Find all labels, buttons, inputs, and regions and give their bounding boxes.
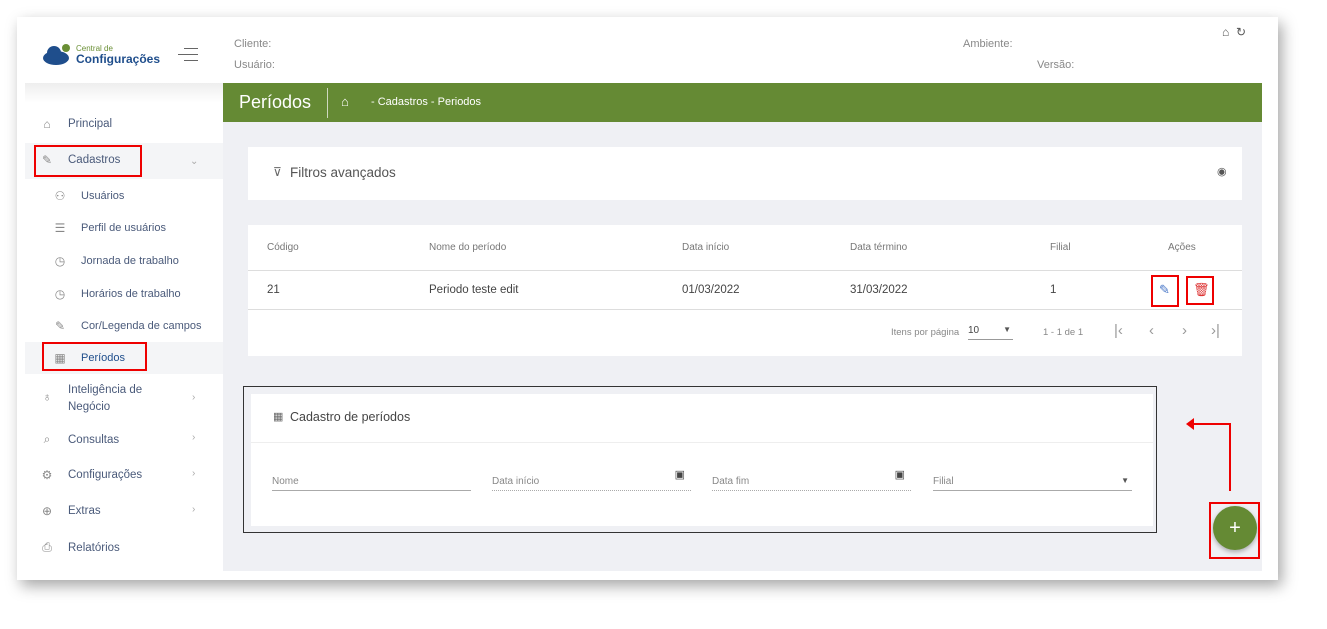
cell: Periodo teste edit [429, 284, 519, 296]
cloud-gear-icon [43, 44, 70, 65]
cell: 1 [1050, 284, 1057, 296]
filters-card[interactable]: ⊽ Filtros avançados ◉ [248, 147, 1242, 200]
col-header: Código [267, 242, 299, 253]
form-title: Cadastro de períodos [290, 410, 411, 424]
next-page-icon[interactable]: › [1182, 322, 1187, 339]
data-fim-input[interactable]: Data fim ▣ [712, 469, 911, 491]
sidebar-item-jornada[interactable]: ◷ Jornada de trabalho [53, 254, 251, 268]
last-page-icon[interactable]: ›| [1211, 322, 1220, 339]
label: Principal [68, 118, 113, 130]
clock-icon: ◷ [54, 287, 66, 301]
label: Configurações [68, 469, 143, 481]
divider [327, 88, 328, 118]
label: Cor/Legenda de campos [81, 320, 202, 332]
breadcrumb: - Cadastros - Periodos [371, 96, 482, 108]
divider [251, 442, 1153, 443]
dropdown-icon: ▼ [1003, 325, 1011, 334]
col-header: Data término [850, 242, 908, 253]
arrow-head [1186, 418, 1194, 430]
dropdown-icon: ▼ [1121, 476, 1129, 485]
versao-label: Versão: [1037, 59, 1075, 71]
first-page-icon[interactable]: |‹ [1114, 322, 1123, 339]
placeholder: Data fim [712, 476, 750, 487]
nome-input[interactable]: Nome [272, 476, 471, 491]
label: Horários de trabalho [81, 288, 181, 300]
label: Negócio [68, 401, 111, 413]
page-title: Períodos [239, 92, 312, 112]
users-icon: ⚇ [54, 189, 66, 203]
cell: 21 [267, 284, 280, 296]
arrow-line [1188, 423, 1230, 425]
clock-icon: ◷ [54, 254, 66, 268]
list-icon: ☰ [54, 221, 66, 235]
calendar-icon[interactable]: ▣ [675, 468, 685, 481]
label: Consultas [68, 433, 120, 446]
home-icon[interactable]: ⌂ [1222, 25, 1229, 39]
calendar-icon[interactable]: ▣ [895, 468, 905, 481]
eye-icon[interactable]: ◉ [1217, 165, 1227, 178]
highlight-box [1209, 502, 1260, 559]
sidebar-item-relatorios[interactable]: ⎙ Relatórios [40, 540, 238, 555]
logo[interactable]: Central de Configurações [42, 42, 160, 66]
items-per-page-label: Itens por página [891, 327, 960, 338]
label: Jornada de trabalho [81, 255, 179, 267]
col-header: Nome do período [429, 242, 507, 253]
sidebar-item-perfil[interactable]: ☰ Perfil de usuários [53, 221, 251, 235]
arrow-line [1229, 423, 1231, 491]
placeholder: Filial [933, 476, 954, 487]
highlight-box [42, 342, 147, 371]
sidebar-item-usuarios[interactable]: ⚇ Usuários [53, 189, 251, 203]
filter-icon: ⊽ [273, 165, 282, 179]
sidebar-shadow [25, 83, 223, 103]
divider [248, 309, 1242, 310]
home-icon: ⌂ [43, 117, 51, 131]
highlight-box [1151, 275, 1179, 307]
label: Inteligência de [68, 384, 143, 396]
printer-icon: ⎙ [42, 540, 52, 554]
page-size-value: 10 [968, 325, 980, 336]
ambiente-label: Ambiente: [963, 38, 1013, 50]
label: Extras [68, 505, 101, 517]
divider [248, 270, 1242, 271]
col-header: Data início [682, 242, 730, 253]
search-icon: ⌕ [43, 432, 51, 446]
form-card: ▦ Cadastro de períodos Nome Data início ▣… [251, 394, 1153, 526]
placeholder: Nome [272, 476, 299, 487]
lightbulb-icon: ♁ [42, 390, 52, 404]
filial-select[interactable]: Filial ▼ [933, 476, 1132, 491]
label: Relatórios [68, 541, 120, 554]
sidebar-item-principal[interactable]: ⌂ Principal [40, 117, 238, 131]
placeholder: Data início [492, 476, 540, 487]
page-size-select[interactable]: 10 ▼ [968, 325, 1013, 340]
sidebar-item-cor-legenda[interactable]: ✎ Cor/Legenda de campos [53, 319, 251, 333]
logo-line2: Configurações [76, 52, 161, 66]
calendar-icon: ▦ [273, 411, 284, 423]
label: Usuários [81, 190, 125, 202]
usuario-label: Usuário: [234, 59, 275, 71]
cliente-label: Cliente: [234, 38, 272, 50]
pencil-icon: ✎ [54, 319, 66, 333]
filters-title: Filtros avançados [290, 165, 396, 180]
col-header: Ações [1168, 242, 1196, 253]
prev-page-icon[interactable]: ‹ [1149, 322, 1154, 339]
periods-table: Código Nome do período Data início Data … [248, 225, 1242, 356]
cell: 31/03/2022 [850, 284, 908, 296]
plus-circle-icon: ⊕ [41, 504, 53, 518]
gear-icon: ⚙ [41, 468, 53, 482]
range-label: 1 - 1 de 1 [1043, 327, 1084, 338]
menu-toggle-icon[interactable] [178, 48, 198, 61]
highlight-box [1186, 276, 1214, 305]
cell: 01/03/2022 [682, 284, 740, 296]
logout-icon[interactable]: ↻ [1236, 25, 1246, 39]
col-header: Filial [1050, 242, 1071, 253]
sidebar-item-horarios[interactable]: ◷ Horários de trabalho [53, 287, 251, 301]
highlight-box [34, 145, 142, 177]
label: Perfil de usuários [81, 222, 166, 234]
home-icon[interactable]: ⌂ [341, 94, 349, 109]
data-inicio-input[interactable]: Data início ▣ [492, 469, 691, 491]
